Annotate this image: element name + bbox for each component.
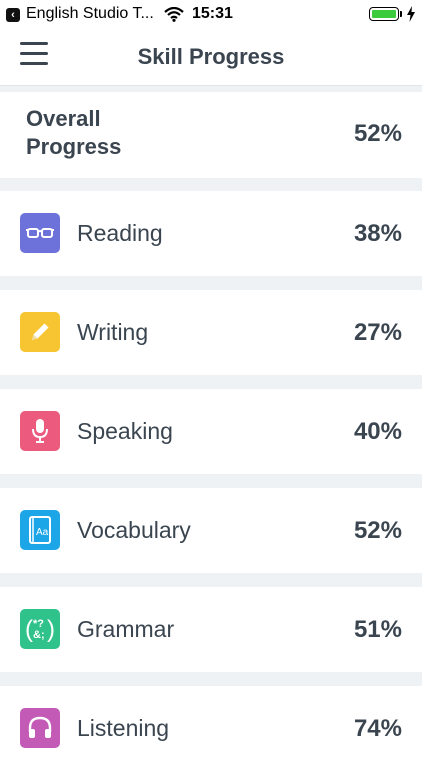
overall-progress-percent: 52% (353, 120, 402, 147)
skill-row-speaking[interactable]: Speaking 40% (0, 389, 422, 474)
overall-progress-row: Overall Progress 52% (0, 92, 422, 178)
skill-label: Writing (77, 319, 149, 345)
status-bar: ‹ English Studio T... 15:31 (0, 0, 422, 30)
svg-text:&;: &; (33, 629, 45, 641)
divider (0, 375, 422, 389)
battery-icon (369, 7, 399, 21)
divider (0, 276, 422, 290)
page-title: Skill Progress (137, 44, 285, 69)
book-icon: Aa (20, 510, 60, 550)
glasses-icon (20, 213, 60, 253)
back-app-label[interactable]: English Studio T... (26, 5, 154, 23)
divider (0, 178, 422, 191)
overall-progress-label: Overall Progress (26, 106, 122, 159)
divider (0, 573, 422, 587)
skill-row-vocabulary[interactable]: Aa Vocabulary 52% (0, 488, 422, 573)
pencil-icon (20, 312, 60, 352)
skill-row-grammar[interactable]: ( ) *? &; Grammar 51% (0, 587, 422, 672)
divider (0, 672, 422, 686)
svg-text:(: ( (25, 616, 33, 643)
divider (0, 474, 422, 488)
skill-percent: 74% (353, 715, 402, 742)
skill-label: Vocabulary (77, 517, 191, 543)
clock: 15:31 (192, 5, 233, 22)
skill-label: Listening (77, 715, 170, 741)
skill-percent: 40% (353, 418, 402, 445)
back-to-app-icon[interactable]: ‹ (6, 8, 20, 22)
svg-text:Aa: Aa (36, 527, 49, 538)
svg-text:): ) (47, 616, 55, 643)
skill-label: Grammar (77, 616, 175, 642)
headphones-icon (20, 708, 60, 748)
charging-icon (407, 6, 415, 22)
skill-label: Reading (77, 220, 163, 246)
skill-label: Speaking (77, 418, 173, 444)
skill-percent: 27% (353, 319, 402, 346)
microphone-icon (20, 411, 60, 451)
skill-percent: 52% (353, 517, 402, 544)
skill-percent: 38% (353, 220, 402, 247)
skill-row-reading[interactable]: Reading 38% (0, 191, 422, 276)
navigation-bar: Skill Progress (0, 30, 422, 86)
skill-row-listening[interactable]: Listening 74% (0, 686, 422, 771)
skill-row-writing[interactable]: Writing 27% (0, 290, 422, 375)
grammar-icon: ( ) *? &; (20, 609, 60, 649)
skill-percent: 51% (353, 616, 402, 643)
wifi-icon (164, 7, 184, 22)
battery-tip (400, 11, 402, 17)
